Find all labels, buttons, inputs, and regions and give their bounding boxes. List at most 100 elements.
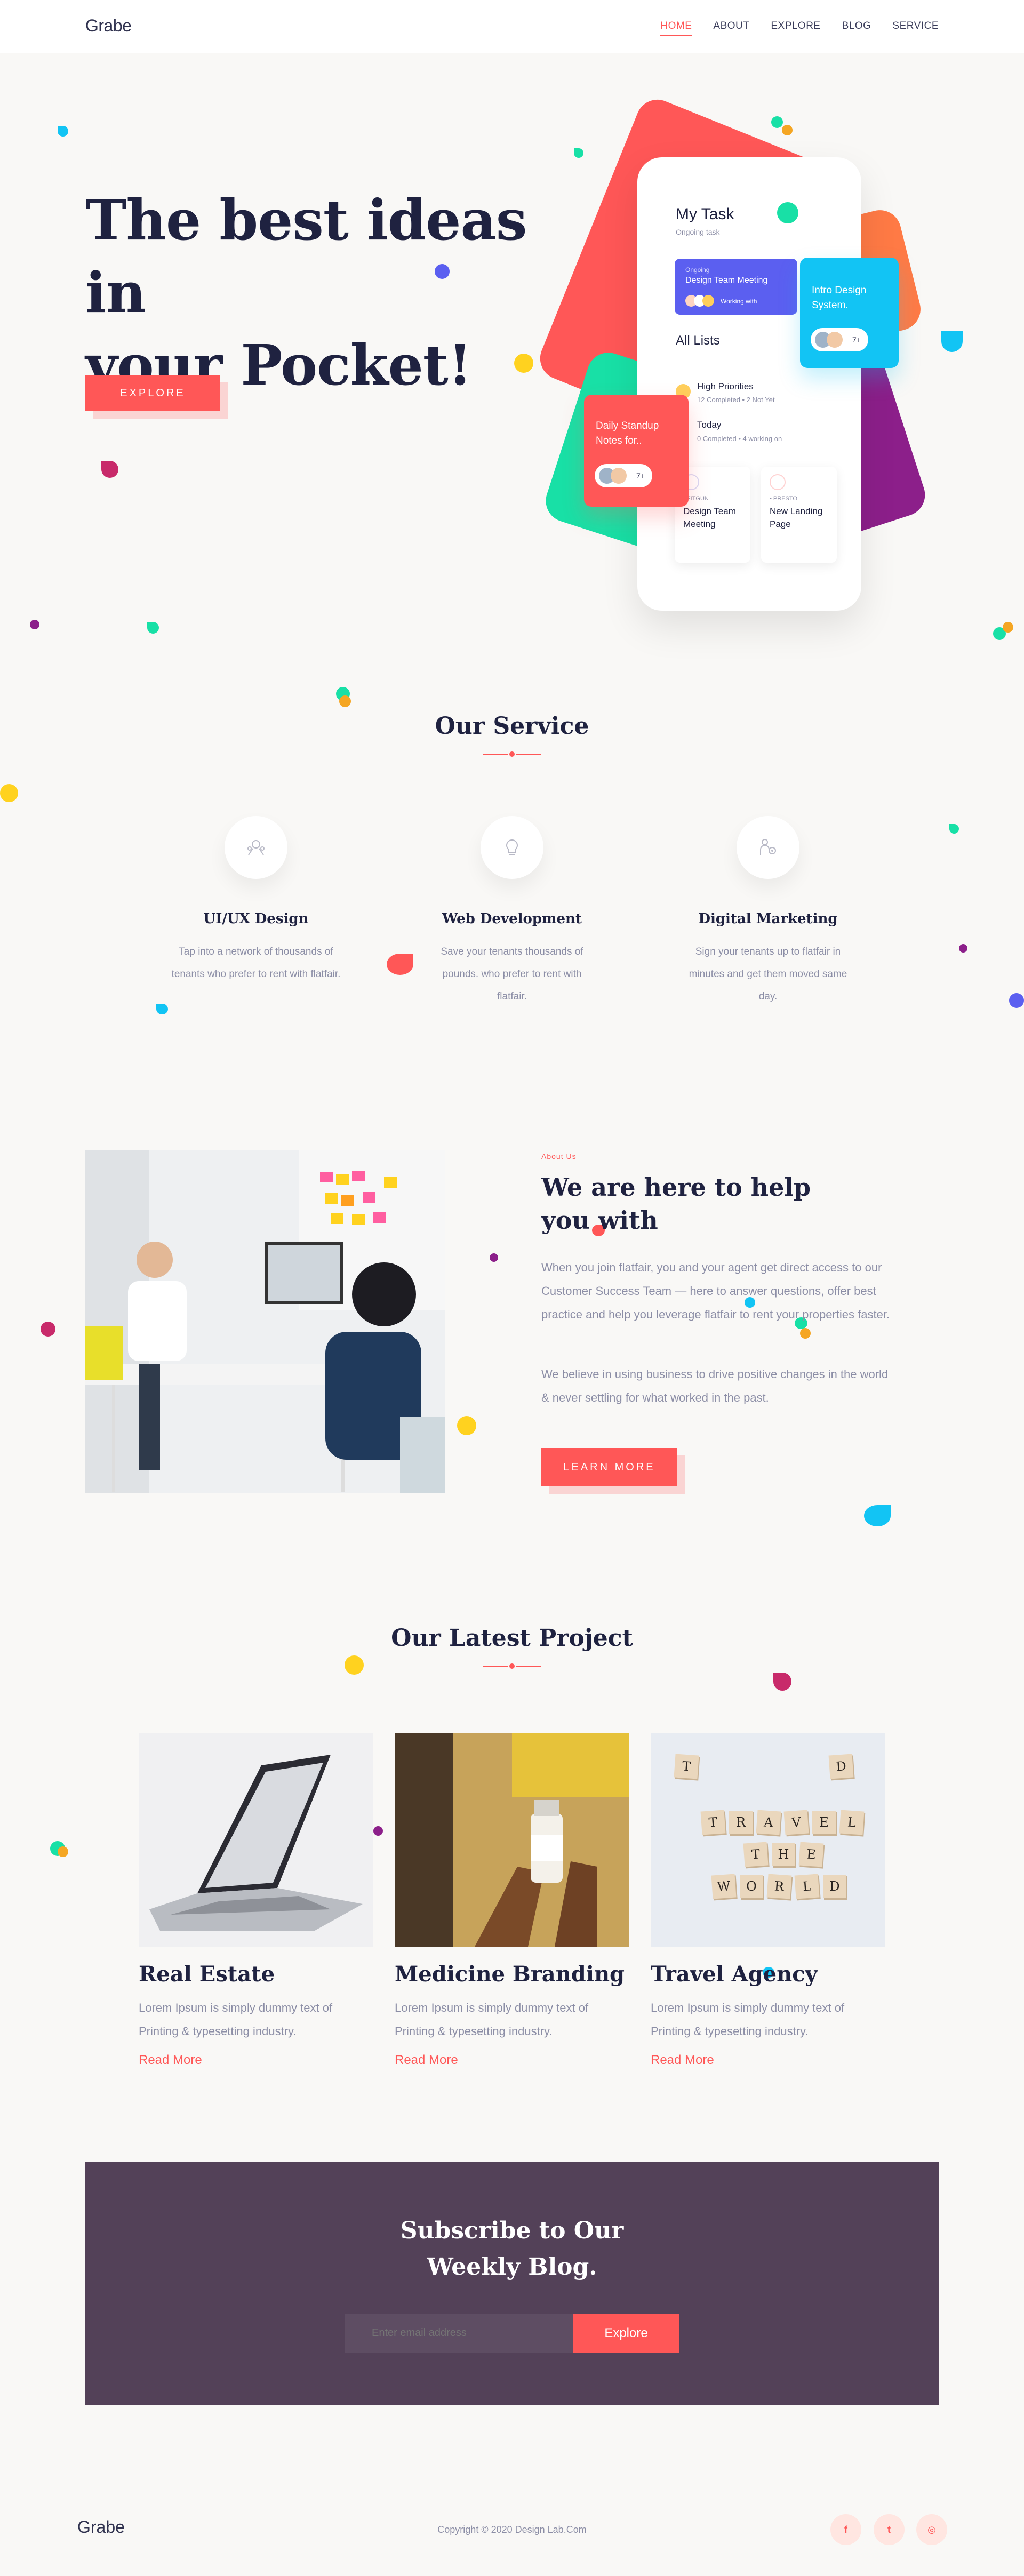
project-image-laptop bbox=[139, 1733, 373, 1947]
task-card-tag: • PRESTO bbox=[770, 495, 797, 502]
confetti-dot bbox=[58, 1846, 68, 1857]
avatar bbox=[702, 295, 714, 307]
nav-link-blog[interactable]: BLOG bbox=[842, 20, 871, 36]
meeting-card[interactable]: Ongoing Design Team Meeting Working with bbox=[675, 259, 797, 315]
confetti-dot bbox=[949, 824, 959, 834]
twitter-glyph: t bbox=[887, 2524, 891, 2535]
scrabble-tile: T bbox=[700, 1810, 726, 1835]
service-description: Tap into a network of thousands of tenan… bbox=[171, 946, 341, 980]
marketing-gear-icon bbox=[737, 816, 799, 879]
scrabble-tile: R bbox=[766, 1874, 792, 1899]
scrabble-tile: V bbox=[783, 1810, 809, 1835]
project-description: Lorem Ipsum is simply dummy text of Prin… bbox=[139, 2001, 333, 2038]
project-name: Travel Agency bbox=[651, 1962, 818, 1987]
project-card-real-estate[interactable]: Real Estate Lorem Ipsum is simply dummy … bbox=[139, 1733, 373, 2068]
service-section-title: Our Service bbox=[435, 713, 589, 740]
confetti-dot bbox=[41, 1322, 55, 1337]
confetti-dot bbox=[941, 331, 963, 352]
footer-copyright: Copyright © 2020 Design Lab.Com bbox=[437, 2524, 587, 2535]
meeting-card-foot: Working with bbox=[721, 298, 757, 305]
app-status-dot bbox=[777, 202, 798, 223]
service-card-web: Web Development Save your tenants thousa… bbox=[427, 816, 597, 1008]
meeting-card-kicker: Ongoing bbox=[685, 266, 710, 274]
scrabble-tile: A bbox=[756, 1810, 781, 1835]
subscribe-title-line-2: Weekly Blog. bbox=[427, 2253, 597, 2281]
nav-link-home[interactable]: HOME bbox=[660, 20, 692, 36]
confetti-dot bbox=[387, 954, 413, 975]
service-description: Sign your tenants up to flatfair in minu… bbox=[689, 946, 847, 1002]
email-input[interactable] bbox=[345, 2314, 573, 2353]
subscribe-section: Subscribe to Our Weekly Blog. Explore bbox=[85, 2162, 939, 2405]
subscribe-explore-button[interactable]: Explore bbox=[573, 2314, 679, 2353]
floating-card-text: Daily Standup Notes for.. bbox=[596, 420, 659, 446]
site-logo[interactable]: Grabe bbox=[85, 16, 132, 36]
hero-title: The best ideas in your Pocket! bbox=[85, 184, 565, 402]
confetti-dot bbox=[339, 695, 351, 707]
about-paragraph-1: When you join flatfair, you and your age… bbox=[541, 1261, 890, 1321]
scrabble-tile: R bbox=[729, 1811, 753, 1834]
meeting-card-title: Design Team Meeting bbox=[685, 276, 768, 285]
lightbulb-icon bbox=[481, 816, 543, 879]
project-card-travel[interactable]: TRAVELTHEWORLDTD Travel Agency Lorem Ips… bbox=[651, 1733, 885, 2068]
confetti-dot bbox=[864, 1505, 891, 1526]
scrabble-tile: W bbox=[711, 1874, 737, 1899]
list-today[interactable]: Today bbox=[697, 420, 721, 430]
about-paragraph-2: We believe in using business to drive po… bbox=[541, 1367, 889, 1404]
scrabble-tile: L bbox=[794, 1874, 820, 1899]
instagram-icon[interactable]: ◎ bbox=[916, 2514, 947, 2545]
confetti-dot bbox=[782, 125, 793, 135]
facebook-glyph: f bbox=[844, 2524, 847, 2535]
facebook-icon[interactable]: f bbox=[830, 2514, 861, 2545]
about-title: We are here to help you with bbox=[541, 1173, 811, 1235]
phone-mockup: My Task Ongoing task Ongoing Design Team… bbox=[637, 157, 861, 611]
list-high-priorities[interactable]: High Priorities bbox=[697, 381, 754, 392]
top-navigation: Grabe HOME ABOUT EXPLORE BLOG SERVICE bbox=[0, 0, 1024, 53]
confetti-dot bbox=[959, 944, 967, 953]
read-more-link[interactable]: Read More bbox=[139, 2053, 373, 2068]
title-underline-dot bbox=[508, 1662, 516, 1670]
task-card-name: New Landing Page bbox=[770, 506, 823, 529]
confetti-dot bbox=[1009, 993, 1024, 1008]
scrabble-tile: L bbox=[839, 1810, 865, 1835]
instagram-glyph: ◎ bbox=[927, 2524, 936, 2535]
collaborator-pill: 7+ bbox=[811, 328, 868, 351]
service-card-marketing: Digital Marketing Sign your tenants up t… bbox=[683, 816, 853, 1008]
scrabble-tile: D bbox=[823, 1875, 846, 1898]
task-card-name: Design Team Meeting bbox=[683, 506, 736, 529]
learn-more-button[interactable]: LEARN MORE bbox=[541, 1448, 677, 1486]
confetti-dot bbox=[800, 1328, 811, 1339]
twitter-icon[interactable]: t bbox=[874, 2514, 905, 2545]
nav-link-service[interactable]: SERVICE bbox=[892, 20, 939, 36]
avatar bbox=[611, 468, 627, 484]
collaborator-count: 7+ bbox=[852, 335, 861, 344]
explore-button[interactable]: EXPLORE bbox=[85, 375, 220, 411]
scrabble-tile: H bbox=[772, 1843, 795, 1866]
confetti-dot bbox=[373, 1826, 383, 1836]
nav-link-explore[interactable]: EXPLORE bbox=[771, 20, 820, 36]
scrabble-tile: E bbox=[812, 1811, 836, 1834]
progress-ring-icon bbox=[770, 474, 786, 490]
task-card-landing-page[interactable]: • PRESTO New Landing Page bbox=[761, 467, 837, 563]
confetti-dot bbox=[771, 116, 783, 128]
nav-link-about[interactable]: ABOUT bbox=[713, 20, 749, 36]
service-name: Web Development bbox=[442, 911, 582, 927]
app-title: My Task bbox=[676, 205, 734, 223]
avatar bbox=[827, 332, 843, 348]
floating-card-standup-notes[interactable]: Daily Standup Notes for.. 7+ bbox=[584, 395, 689, 507]
floating-card-design-system[interactable]: Intro Design System. 7+ bbox=[800, 258, 899, 368]
project-image-scrabble-tiles: TRAVELTHEWORLDTD bbox=[651, 1733, 885, 1947]
list-today-meta: 0 Completed • 4 working on bbox=[697, 435, 782, 443]
read-more-link[interactable]: Read More bbox=[651, 2053, 885, 2068]
confetti-dot bbox=[490, 1253, 498, 1262]
all-lists-heading: All Lists bbox=[676, 333, 720, 348]
confetti-dot bbox=[457, 1416, 476, 1435]
collaborator-count: 7+ bbox=[636, 471, 645, 480]
confetti-dot bbox=[345, 1655, 364, 1675]
project-card-medicine[interactable]: Medicine Branding Lorem Ipsum is simply … bbox=[395, 1733, 629, 2068]
service-description: Save your tenants thousands of pounds. w… bbox=[441, 946, 583, 1002]
confetti-dot bbox=[101, 461, 118, 478]
service-name: Digital Marketing bbox=[698, 911, 838, 927]
service-name: UI/UX Design bbox=[203, 911, 309, 927]
scrabble-tile: E bbox=[798, 1842, 824, 1867]
read-more-link[interactable]: Read More bbox=[395, 2053, 629, 2068]
